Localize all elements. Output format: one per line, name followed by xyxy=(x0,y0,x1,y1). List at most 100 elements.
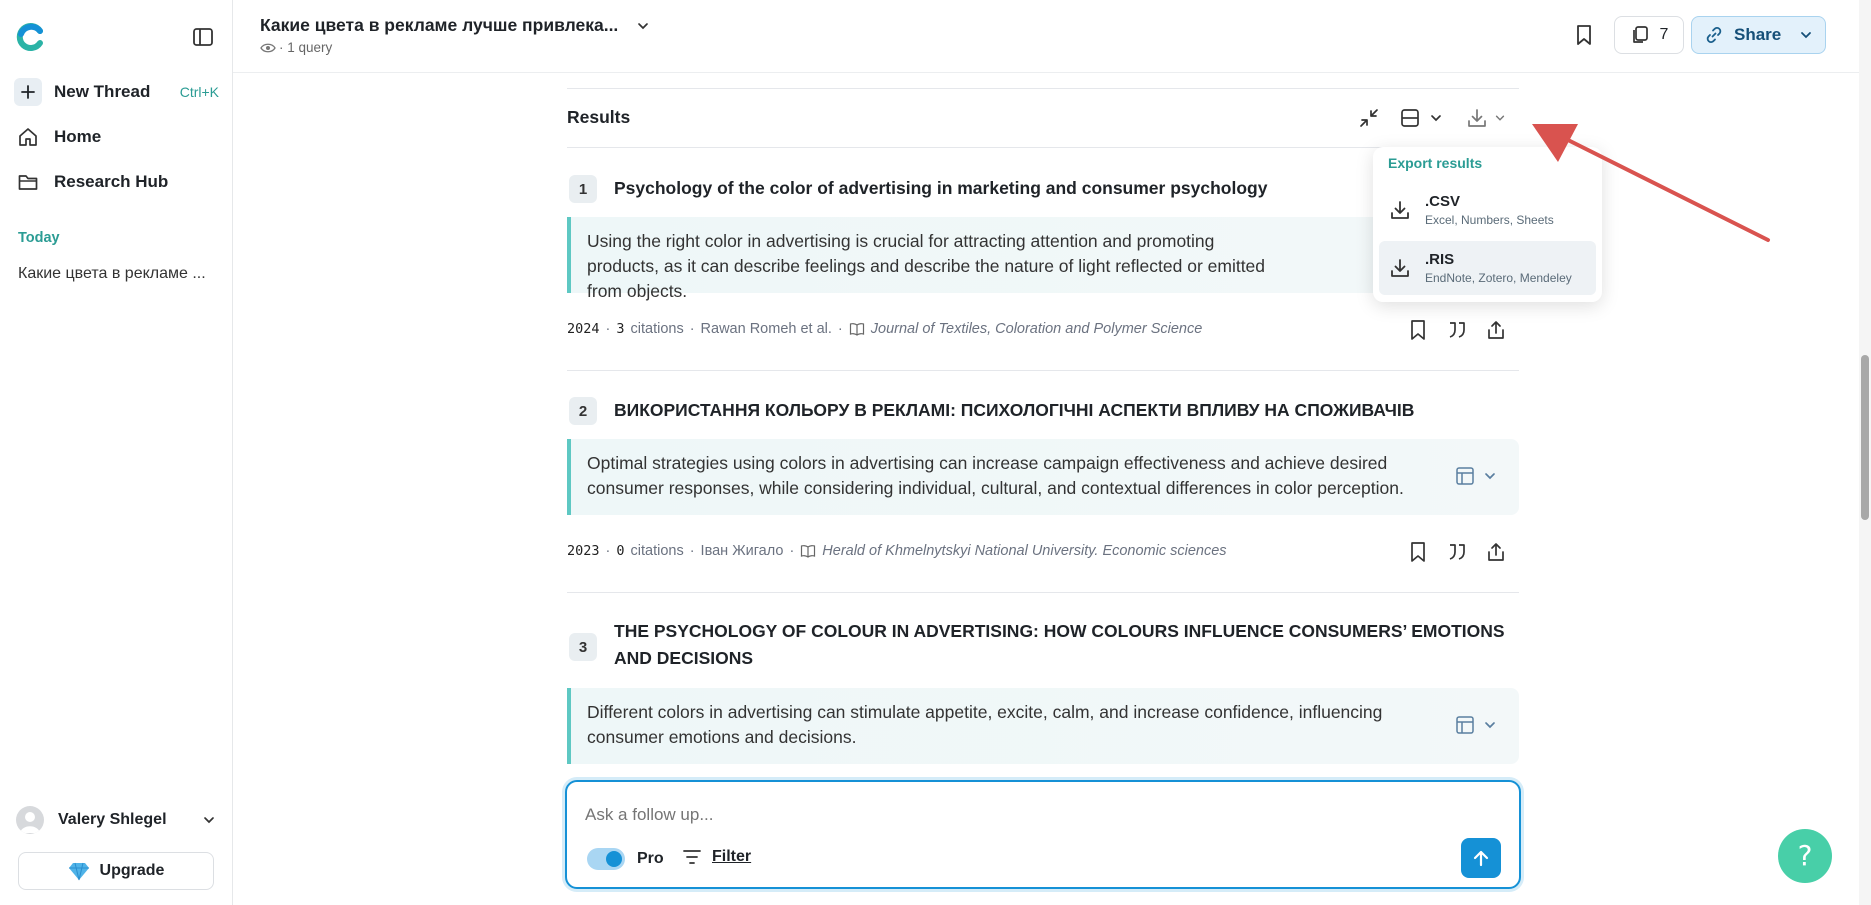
research-hub-label: Research Hub xyxy=(54,172,169,191)
result-number: 2 xyxy=(569,397,597,425)
result-title[interactable]: THE PSYCHOLOGY OF COLOUR IN ADVERTISING:… xyxy=(614,618,1519,672)
export-option-sub: EndNote, Zotero, Mendeley xyxy=(1425,271,1572,285)
meta-separator: · xyxy=(789,543,795,559)
question-icon: ? xyxy=(1797,839,1813,872)
meta-separator: · xyxy=(605,543,611,559)
divider xyxy=(567,147,1519,148)
divider xyxy=(567,592,1519,593)
meta-separator: · xyxy=(837,321,843,337)
chevron-down-icon xyxy=(1483,718,1497,732)
result-authors[interactable]: Rawan Romeh et al. xyxy=(701,321,832,337)
page-title: Какие цвета в рекламе лучше привлека... xyxy=(260,15,619,35)
citations-count: 3 xyxy=(616,321,625,337)
share-icon[interactable] xyxy=(1486,319,1506,341)
followup-box: Pro Filter xyxy=(565,780,1521,889)
share-label: Share xyxy=(1734,25,1782,44)
layout-toggle-button[interactable] xyxy=(1399,107,1443,129)
toggle-switch xyxy=(587,848,625,870)
plus-icon xyxy=(14,78,42,106)
upgrade-button[interactable]: Upgrade xyxy=(18,852,214,890)
result-authors[interactable]: Іван Жигало xyxy=(701,543,784,559)
result-summary: Optimal strategies using colors in adver… xyxy=(567,439,1519,515)
sidebar-item-home[interactable]: Home xyxy=(14,120,219,154)
send-button[interactable] xyxy=(1461,838,1501,878)
table-icon xyxy=(1455,466,1475,486)
toggle-sidebar-icon[interactable] xyxy=(192,26,214,48)
chevron-down-icon xyxy=(1429,111,1443,125)
user-menu[interactable]: Valery Shlegel xyxy=(16,805,216,835)
table-view-toggle[interactable] xyxy=(1455,715,1497,735)
result-journal[interactable]: Journal of Textiles, Coloration and Poly… xyxy=(871,321,1203,337)
quote-icon[interactable] xyxy=(1446,541,1468,563)
new-thread-label: New Thread xyxy=(54,82,151,101)
export-option-label: .RIS xyxy=(1425,251,1455,268)
result-actions xyxy=(1408,541,1506,563)
link-icon xyxy=(1704,25,1724,45)
result-number: 3 xyxy=(569,633,597,661)
home-icon xyxy=(14,123,42,151)
summary-text: Different colors in advertising can stim… xyxy=(587,702,1383,747)
result-title[interactable]: ВИКОРИСТАННЯ КОЛЬОРУ В РЕКЛАМІ: ПСИХОЛОГ… xyxy=(614,397,1414,424)
filter-label: Filter xyxy=(712,848,752,865)
divider xyxy=(567,88,1519,89)
pro-label: Pro xyxy=(637,850,664,867)
results-heading: Results xyxy=(567,107,631,127)
export-button[interactable] xyxy=(1466,107,1506,129)
chevron-down-icon xyxy=(636,19,650,33)
meta-separator: · xyxy=(689,321,695,337)
summary-text: Using the right color in advertising is … xyxy=(587,231,1266,301)
scrollbar-thumb[interactable] xyxy=(1861,355,1869,520)
new-thread-button[interactable]: New Thread Ctrl+K xyxy=(14,75,219,109)
result-journal[interactable]: Herald of Khmelnytskyi National Universi… xyxy=(822,543,1226,559)
upgrade-label: Upgrade xyxy=(99,862,165,879)
section-today: Today xyxy=(18,230,60,246)
download-icon xyxy=(1389,199,1411,221)
bookmark-icon[interactable] xyxy=(1408,319,1428,341)
sidebar: New Thread Ctrl+K Home Research Hub Toda… xyxy=(0,0,233,905)
eye-icon xyxy=(260,42,276,54)
table-view-toggle[interactable] xyxy=(1455,466,1497,486)
sources-count: 7 xyxy=(1659,26,1669,43)
thread-history-item[interactable]: Какие цвета в рекламе ... xyxy=(18,265,206,283)
avatar xyxy=(16,806,44,834)
bookmark-icon[interactable] xyxy=(1573,23,1595,47)
thread-title-dropdown[interactable]: Какие цвета в рекламе лучше привлека... xyxy=(260,15,650,36)
share-button[interactable]: Share xyxy=(1691,16,1826,54)
filter-button[interactable]: Filter xyxy=(682,848,751,866)
citations-label: citations xyxy=(630,543,684,559)
table-icon xyxy=(1455,715,1475,735)
citations-count: 0 xyxy=(616,543,625,559)
chevron-down-icon xyxy=(1483,469,1497,483)
bookmark-icon[interactable] xyxy=(1408,541,1428,563)
diamond-icon xyxy=(68,861,90,881)
help-button[interactable]: ? xyxy=(1778,829,1832,883)
followup-input[interactable] xyxy=(585,800,1485,830)
result-actions xyxy=(1408,319,1506,341)
chevron-down-icon xyxy=(202,813,216,827)
sidebar-item-research-hub[interactable]: Research Hub xyxy=(14,165,219,199)
query-count-label: · 1 query xyxy=(279,40,333,55)
result-meta: 2023 · 0 citations · Іван Жигало · Heral… xyxy=(567,543,1227,559)
arrow-up-icon xyxy=(1471,848,1491,868)
meta-separator: · xyxy=(605,321,611,337)
result-title[interactable]: Psychology of the color of advertising i… xyxy=(614,175,1267,202)
pro-toggle[interactable]: Pro xyxy=(587,848,664,870)
book-icon xyxy=(800,544,816,558)
query-count: · 1 query xyxy=(260,40,332,55)
share-icon[interactable] xyxy=(1486,541,1506,563)
sources-button[interactable]: 7 xyxy=(1614,16,1684,54)
collapse-icon[interactable] xyxy=(1358,107,1380,129)
scrollbar-track[interactable] xyxy=(1859,0,1871,905)
download-icon xyxy=(1389,257,1411,279)
export-ris-option[interactable]: .RIS EndNote, Zotero, Mendeley xyxy=(1379,241,1596,295)
divider xyxy=(567,370,1519,371)
home-label: Home xyxy=(54,127,102,146)
download-icon xyxy=(1466,107,1488,129)
folder-icon xyxy=(14,168,42,196)
filter-icon xyxy=(682,848,702,866)
app-logo[interactable] xyxy=(16,22,46,52)
layout-icon xyxy=(1399,107,1421,129)
result-number: 1 xyxy=(569,175,597,203)
annotation-arrow xyxy=(1532,124,1770,242)
quote-icon[interactable] xyxy=(1446,319,1468,341)
